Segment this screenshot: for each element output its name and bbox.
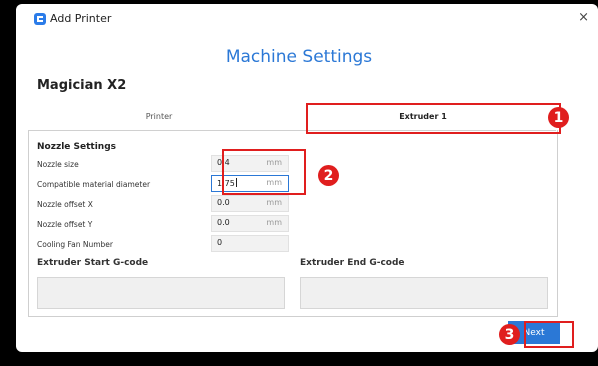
cooling-fan-label: Cooling Fan Number <box>37 240 113 249</box>
window-title: Add Printer <box>50 12 112 25</box>
cooling-fan-field[interactable]: 0 <box>211 235 289 252</box>
end-gcode-label: Extruder End G-code <box>300 258 405 268</box>
nozzle-offset-y-field[interactable]: 0.0 mm <box>211 215 289 232</box>
nozzle-offset-x-unit: mm <box>266 198 282 207</box>
nozzle-offset-y-label: Nozzle offset Y <box>37 220 93 229</box>
nozzle-offset-x-field[interactable]: 0.0 mm <box>211 195 289 212</box>
start-gcode-editor[interactable] <box>37 277 285 309</box>
start-gcode-label: Extruder Start G-code <box>37 258 149 268</box>
cooling-fan-value: 0 <box>217 238 223 247</box>
close-icon[interactable]: × <box>578 10 589 25</box>
highlight-extruder-tab <box>306 103 561 134</box>
app-logo-icon <box>34 13 46 25</box>
highlight-next-button <box>524 321 574 348</box>
step-2-badge: 2 <box>318 165 339 186</box>
page-title: Machine Settings <box>225 47 373 67</box>
printer-model-name: Magician X2 <box>37 78 127 93</box>
tab-printer[interactable]: Printer <box>28 103 290 130</box>
step-3-badge: 3 <box>499 324 520 345</box>
step-1-badge: 1 <box>548 107 569 128</box>
nozzle-offset-y-value: 0.0 <box>217 218 230 227</box>
material-diameter-label: Compatible material diameter <box>37 180 151 189</box>
highlight-nozzle-fields <box>222 149 306 195</box>
end-gcode-editor[interactable] <box>300 277 548 309</box>
nozzle-size-label: Nozzle size <box>37 160 79 169</box>
nozzle-offset-x-label: Nozzle offset X <box>37 200 93 209</box>
nozzle-offset-y-unit: mm <box>266 218 282 227</box>
nozzle-offset-x-value: 0.0 <box>217 198 230 207</box>
title-bar: Add Printer × <box>16 4 598 34</box>
nozzle-settings-title: Nozzle Settings <box>37 142 116 152</box>
